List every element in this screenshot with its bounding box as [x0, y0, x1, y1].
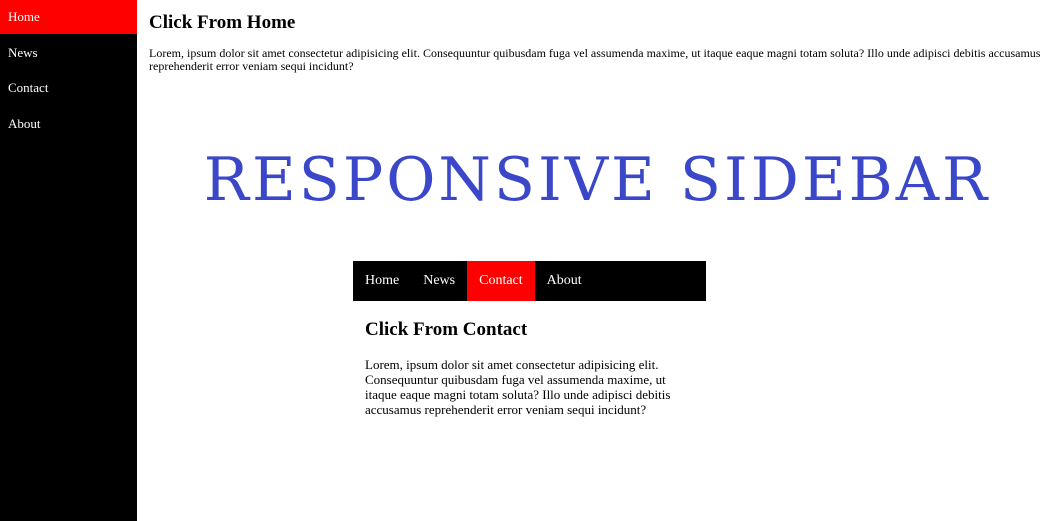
tab-about[interactable]: About	[535, 261, 594, 301]
home-paragraph: Lorem, ipsum dolor sit amet consectetur …	[149, 46, 1041, 73]
sidebar-item-about[interactable]: About	[0, 107, 137, 141]
home-heading: Click From Home	[149, 12, 296, 33]
sidebar: Home News Contact About	[0, 0, 137, 521]
top-navbar: Home News Contact About	[353, 261, 706, 301]
tab-home[interactable]: Home	[353, 261, 411, 301]
contact-paragraph: Lorem, ipsum dolor sit amet consectetur …	[365, 357, 671, 417]
contact-panel: Click From Contact Lorem, ipsum dolor si…	[365, 317, 685, 417]
tab-news[interactable]: News	[411, 261, 467, 301]
home-section: Click From Home Lorem, ipsum dolor sit a…	[149, 10, 1051, 73]
contact-heading: Click From Contact	[365, 319, 528, 340]
sidebar-item-home[interactable]: Home	[0, 0, 137, 34]
sidebar-item-contact[interactable]: Contact	[0, 71, 137, 105]
sidebar-item-news[interactable]: News	[0, 36, 137, 70]
page-title: Responsive Sidebar	[203, 145, 991, 215]
tab-contact[interactable]: Contact	[467, 261, 535, 301]
